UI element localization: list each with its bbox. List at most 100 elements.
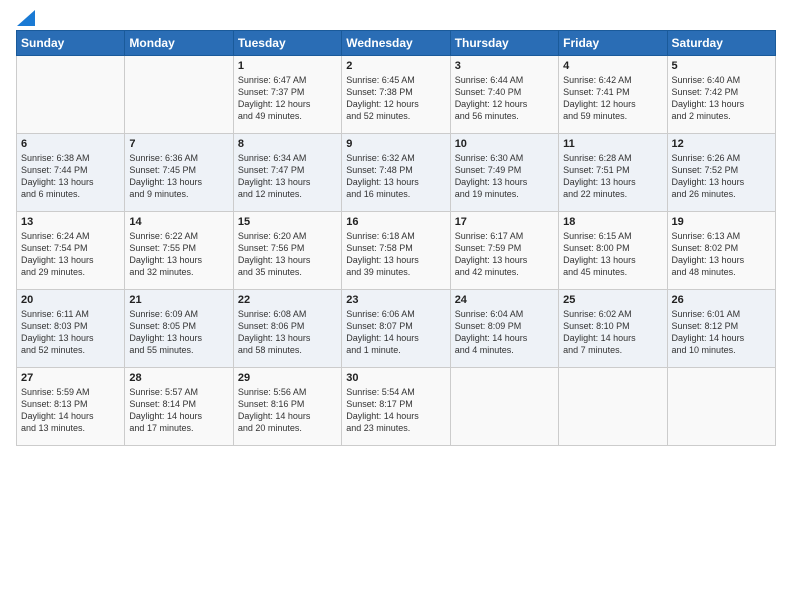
day-cell: 6 Sunrise: 6:38 AM Sunset: 7:44 PM Daylig… xyxy=(17,134,125,212)
day-cell: 29Sunrise: 5:56 AM Sunset: 8:16 PM Dayli… xyxy=(233,368,341,446)
col-header-friday: Friday xyxy=(559,31,667,56)
day-info: Sunrise: 6:17 AM Sunset: 7:59 PM Dayligh… xyxy=(455,230,554,279)
day-number: 20 xyxy=(21,294,120,306)
day-info: Sunrise: 6:30 AM Sunset: 7:49 PM Dayligh… xyxy=(455,152,554,201)
day-number: 6 xyxy=(21,138,120,150)
day-info: Sunrise: 6:32 AM Sunset: 7:48 PM Dayligh… xyxy=(346,152,445,201)
day-info: Sunrise: 6:28 AM Sunset: 7:51 PM Dayligh… xyxy=(563,152,662,201)
day-cell: 8 Sunrise: 6:34 AM Sunset: 7:47 PM Daylig… xyxy=(233,134,341,212)
day-number: 14 xyxy=(129,216,228,228)
day-info: Sunrise: 6:08 AM Sunset: 8:06 PM Dayligh… xyxy=(238,308,337,357)
day-number: 24 xyxy=(455,294,554,306)
day-number: 1 xyxy=(238,60,337,72)
day-info: Sunrise: 6:22 AM Sunset: 7:55 PM Dayligh… xyxy=(129,230,228,279)
day-number: 22 xyxy=(238,294,337,306)
day-number: 3 xyxy=(455,60,554,72)
day-info: Sunrise: 6:15 AM Sunset: 8:00 PM Dayligh… xyxy=(563,230,662,279)
day-cell: 21 Sunrise: 6:09 AM Sunset: 8:05 PM Dayli… xyxy=(125,290,233,368)
day-number: 9 xyxy=(346,138,445,150)
day-info: Sunrise: 6:24 AM Sunset: 7:54 PM Dayligh… xyxy=(21,230,120,279)
day-cell: 12 Sunrise: 6:26 AM Sunset: 7:52 PM Dayli… xyxy=(667,134,775,212)
day-cell: 30 Sunrise: 5:54 AM Sunset: 8:17 PM Dayli… xyxy=(342,368,450,446)
day-cell: 5 Sunrise: 6:40 AM Sunset: 7:42 PM Daylig… xyxy=(667,56,775,134)
day-cell: 16 Sunrise: 6:18 AM Sunset: 7:58 PM Dayli… xyxy=(342,212,450,290)
day-number: 4 xyxy=(563,60,662,72)
day-info: Sunrise: 6:11 AM Sunset: 8:03 PM Dayligh… xyxy=(21,308,120,357)
day-info: Sunrise: 6:01 AM Sunset: 8:12 PM Dayligh… xyxy=(672,308,771,357)
header xyxy=(16,10,776,24)
day-info: Sunrise: 6:18 AM Sunset: 7:58 PM Dayligh… xyxy=(346,230,445,279)
day-cell: 22 Sunrise: 6:08 AM Sunset: 8:06 PM Dayli… xyxy=(233,290,341,368)
col-header-wednesday: Wednesday xyxy=(342,31,450,56)
col-header-monday: Monday xyxy=(125,31,233,56)
day-cell: 9 Sunrise: 6:32 AM Sunset: 7:48 PM Daylig… xyxy=(342,134,450,212)
day-cell: 4Sunrise: 6:42 AM Sunset: 7:41 PM Daylig… xyxy=(559,56,667,134)
day-info: Sunrise: 6:06 AM Sunset: 8:07 PM Dayligh… xyxy=(346,308,445,357)
day-cell: 14 Sunrise: 6:22 AM Sunset: 7:55 PM Dayli… xyxy=(125,212,233,290)
calendar-table: SundayMondayTuesdayWednesdayThursdayFrid… xyxy=(16,30,776,446)
day-cell xyxy=(667,368,775,446)
day-info: Sunrise: 5:57 AM Sunset: 8:14 PM Dayligh… xyxy=(129,386,228,435)
day-number: 5 xyxy=(672,60,771,72)
day-number: 15 xyxy=(238,216,337,228)
logo xyxy=(16,10,35,24)
day-cell: 2 Sunrise: 6:45 AM Sunset: 7:38 PM Daylig… xyxy=(342,56,450,134)
day-number: 18 xyxy=(563,216,662,228)
day-number: 21 xyxy=(129,294,228,306)
day-cell: 20 Sunrise: 6:11 AM Sunset: 8:03 PM Dayli… xyxy=(17,290,125,368)
day-number: 23 xyxy=(346,294,445,306)
day-info: Sunrise: 6:02 AM Sunset: 8:10 PM Dayligh… xyxy=(563,308,662,357)
day-info: Sunrise: 6:47 AM Sunset: 7:37 PM Dayligh… xyxy=(238,74,337,123)
day-info: Sunrise: 5:54 AM Sunset: 8:17 PM Dayligh… xyxy=(346,386,445,435)
day-cell: 28 Sunrise: 5:57 AM Sunset: 8:14 PM Dayli… xyxy=(125,368,233,446)
day-info: Sunrise: 6:09 AM Sunset: 8:05 PM Dayligh… xyxy=(129,308,228,357)
header-row: SundayMondayTuesdayWednesdayThursdayFrid… xyxy=(17,31,776,56)
day-cell: 3 Sunrise: 6:44 AM Sunset: 7:40 PM Daylig… xyxy=(450,56,558,134)
day-number: 8 xyxy=(238,138,337,150)
day-cell: 10 Sunrise: 6:30 AM Sunset: 7:49 PM Dayli… xyxy=(450,134,558,212)
day-number: 2 xyxy=(346,60,445,72)
day-info: Sunrise: 6:36 AM Sunset: 7:45 PM Dayligh… xyxy=(129,152,228,201)
week-row-5: 27Sunrise: 5:59 AM Sunset: 8:13 PM Dayli… xyxy=(17,368,776,446)
day-cell xyxy=(125,56,233,134)
day-cell xyxy=(17,56,125,134)
day-cell xyxy=(450,368,558,446)
week-row-2: 6 Sunrise: 6:38 AM Sunset: 7:44 PM Daylig… xyxy=(17,134,776,212)
day-number: 13 xyxy=(21,216,120,228)
day-number: 16 xyxy=(346,216,445,228)
day-number: 30 xyxy=(346,372,445,384)
day-cell: 13 Sunrise: 6:24 AM Sunset: 7:54 PM Dayli… xyxy=(17,212,125,290)
day-number: 29 xyxy=(238,372,337,384)
day-cell: 25 Sunrise: 6:02 AM Sunset: 8:10 PM Dayli… xyxy=(559,290,667,368)
day-info: Sunrise: 6:44 AM Sunset: 7:40 PM Dayligh… xyxy=(455,74,554,123)
day-number: 28 xyxy=(129,372,228,384)
day-info: Sunrise: 6:38 AM Sunset: 7:44 PM Dayligh… xyxy=(21,152,120,201)
day-number: 7 xyxy=(129,138,228,150)
week-row-4: 20 Sunrise: 6:11 AM Sunset: 8:03 PM Dayli… xyxy=(17,290,776,368)
day-info: Sunrise: 6:20 AM Sunset: 7:56 PM Dayligh… xyxy=(238,230,337,279)
page: SundayMondayTuesdayWednesdayThursdayFrid… xyxy=(0,0,792,612)
day-cell: 23 Sunrise: 6:06 AM Sunset: 8:07 PM Dayli… xyxy=(342,290,450,368)
day-cell: 24 Sunrise: 6:04 AM Sunset: 8:09 PM Dayli… xyxy=(450,290,558,368)
day-cell: 27Sunrise: 5:59 AM Sunset: 8:13 PM Dayli… xyxy=(17,368,125,446)
day-info: Sunrise: 6:45 AM Sunset: 7:38 PM Dayligh… xyxy=(346,74,445,123)
day-cell: 18 Sunrise: 6:15 AM Sunset: 8:00 PM Dayli… xyxy=(559,212,667,290)
day-cell xyxy=(559,368,667,446)
day-cell: 26 Sunrise: 6:01 AM Sunset: 8:12 PM Dayli… xyxy=(667,290,775,368)
logo-icon xyxy=(17,10,35,26)
day-number: 25 xyxy=(563,294,662,306)
week-row-3: 13 Sunrise: 6:24 AM Sunset: 7:54 PM Dayli… xyxy=(17,212,776,290)
day-info: Sunrise: 6:40 AM Sunset: 7:42 PM Dayligh… xyxy=(672,74,771,123)
day-number: 12 xyxy=(672,138,771,150)
col-header-tuesday: Tuesday xyxy=(233,31,341,56)
day-cell: 19Sunrise: 6:13 AM Sunset: 8:02 PM Dayli… xyxy=(667,212,775,290)
day-number: 17 xyxy=(455,216,554,228)
day-info: Sunrise: 6:26 AM Sunset: 7:52 PM Dayligh… xyxy=(672,152,771,201)
day-number: 10 xyxy=(455,138,554,150)
day-number: 11 xyxy=(563,138,662,150)
day-number: 26 xyxy=(672,294,771,306)
day-number: 19 xyxy=(672,216,771,228)
week-row-1: 1 Sunrise: 6:47 AM Sunset: 7:37 PM Daylig… xyxy=(17,56,776,134)
day-info: Sunrise: 6:34 AM Sunset: 7:47 PM Dayligh… xyxy=(238,152,337,201)
day-info: Sunrise: 6:04 AM Sunset: 8:09 PM Dayligh… xyxy=(455,308,554,357)
